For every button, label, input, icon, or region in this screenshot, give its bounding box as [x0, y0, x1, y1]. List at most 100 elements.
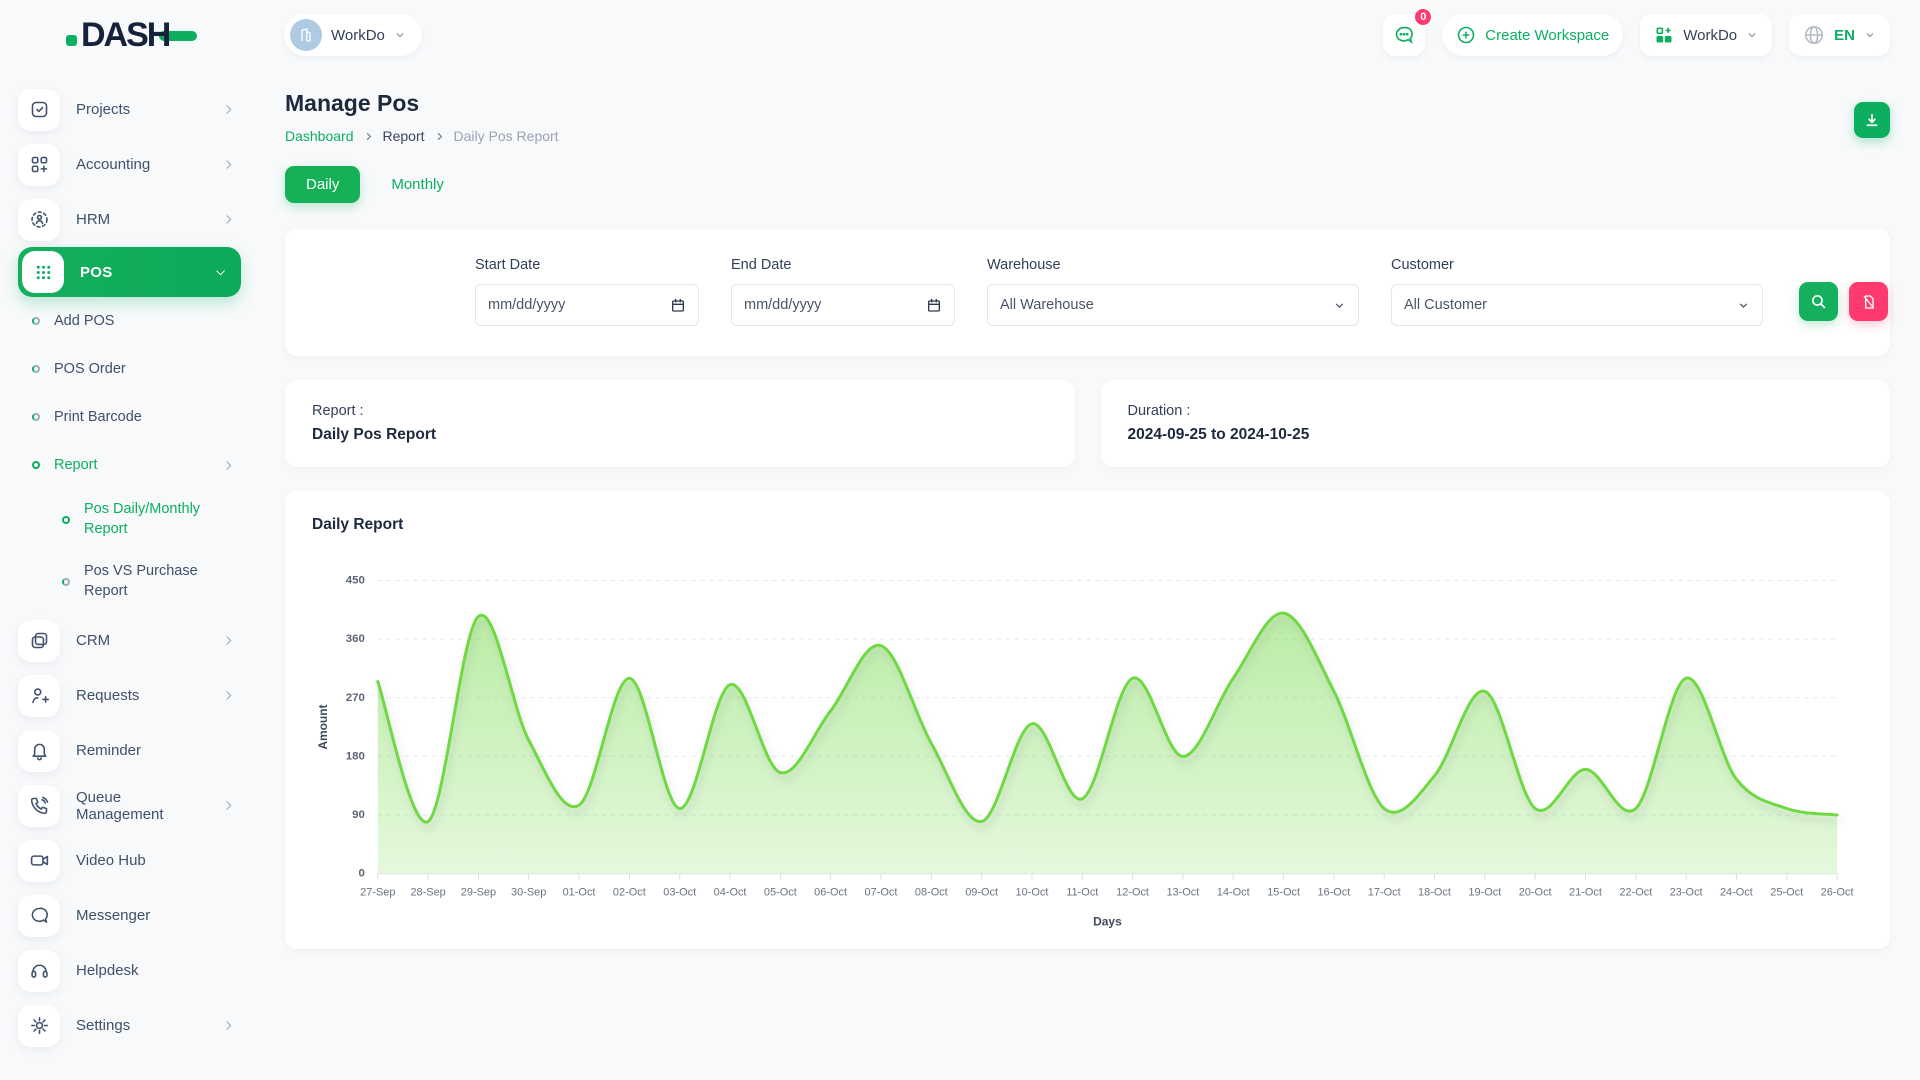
svg-text:01-Oct: 01-Oct	[563, 887, 596, 899]
svg-text:15-Oct: 15-Oct	[1267, 887, 1300, 899]
sidebar-item-requests[interactable]: Requests	[18, 668, 255, 723]
sidebar-item-label: Print Barcode	[54, 409, 142, 425]
sidebar-item-label: HRM	[76, 211, 110, 228]
sidebar-item-hrm[interactable]: HRM	[18, 192, 255, 247]
svg-text:05-Oct: 05-Oct	[764, 887, 797, 899]
report-tabs: Daily Monthly	[285, 166, 1890, 203]
main-content: Manage Pos Dashboard Report Daily Pos Re…	[255, 70, 1920, 1080]
building-icon	[298, 27, 314, 43]
create-workspace-button[interactable]: Create Workspace	[1442, 14, 1623, 56]
chevron-down-icon	[1864, 29, 1876, 41]
sidebar-item-pos-order[interactable]: POS Order	[18, 345, 255, 393]
bullet-icon	[32, 317, 40, 325]
reset-button[interactable]	[1849, 282, 1888, 321]
svg-text:19-Oct: 19-Oct	[1468, 887, 1501, 899]
warehouse-select[interactable]: All Warehouse	[987, 284, 1359, 326]
svg-text:27-Sep: 27-Sep	[360, 887, 395, 899]
sidebar-item-crm[interactable]: CRM	[18, 613, 255, 668]
sidebar-item-pos-vs-purchase-report[interactable]: Pos VS Purchase Report	[18, 551, 255, 613]
svg-text:Days: Days	[1093, 914, 1122, 928]
sidebar-item-label: POS	[80, 264, 113, 281]
sidebar-item-pos-daily-monthly-report[interactable]: Pos Daily/Monthly Report	[18, 489, 255, 551]
sidebar-item-reminder[interactable]: Reminder	[18, 723, 255, 778]
svg-text:12-Oct: 12-Oct	[1116, 887, 1149, 899]
accounting-icon	[18, 144, 60, 186]
workspace-selector[interactable]: WorkDo	[284, 14, 422, 56]
svg-text:09-Oct: 09-Oct	[965, 887, 998, 899]
projects-icon	[18, 89, 60, 131]
account-menu[interactable]: WorkDo	[1640, 14, 1772, 56]
svg-text:21-Oct: 21-Oct	[1569, 887, 1602, 899]
sidebar-item-video-hub[interactable]: Video Hub	[18, 833, 255, 888]
area-chart-svg: 09018027036045027-Sep28-Sep29-Sep30-Sep0…	[312, 552, 1863, 944]
svg-text:Amount: Amount	[316, 704, 330, 749]
workspace-label: WorkDo	[331, 27, 385, 44]
sidebar-item-label: CRM	[76, 632, 110, 649]
hrm-icon	[18, 199, 60, 241]
crm-icon	[18, 620, 60, 662]
svg-text:10-Oct: 10-Oct	[1016, 887, 1049, 899]
breadcrumb-report[interactable]: Report	[383, 128, 425, 144]
svg-text:06-Oct: 06-Oct	[814, 887, 847, 899]
sidebar-item-label: Pos VS Purchase Report	[84, 562, 236, 601]
chevron-down-icon	[394, 29, 406, 41]
sidebar-item-settings[interactable]: Settings	[18, 998, 255, 1053]
svg-text:03-Oct: 03-Oct	[663, 887, 696, 899]
duration-label: Duration :	[1128, 403, 1864, 419]
duration-summary-card: Duration : 2024-09-25 to 2024-10-25	[1101, 380, 1891, 467]
svg-text:07-Oct: 07-Oct	[865, 887, 898, 899]
search-button[interactable]	[1799, 282, 1838, 321]
svg-text:30-Sep: 30-Sep	[511, 887, 546, 899]
sidebar: Projects Accounting HRM POS Add POS POS Order…	[0, 70, 255, 1080]
calendar-icon[interactable]	[670, 297, 686, 313]
sidebar-item-label: Video Hub	[76, 852, 146, 869]
video-icon	[18, 840, 60, 882]
start-date-input[interactable]: mm/dd/yyyy	[475, 284, 699, 326]
sidebar-item-report[interactable]: Report	[18, 441, 255, 489]
svg-text:04-Oct: 04-Oct	[714, 887, 747, 899]
language-selector[interactable]: EN	[1789, 14, 1890, 56]
sidebar-item-projects[interactable]: Projects	[18, 82, 255, 137]
sidebar-item-helpdesk[interactable]: Helpdesk	[18, 943, 255, 998]
sidebar-item-label: POS Order	[54, 361, 126, 377]
chevron-right-icon	[222, 799, 235, 812]
bullet-icon	[62, 516, 70, 524]
svg-text:26-Oct: 26-Oct	[1821, 887, 1854, 899]
svg-text:18-Oct: 18-Oct	[1418, 887, 1451, 899]
sidebar-item-queue-management[interactable]: Queue Management	[18, 778, 255, 833]
download-button[interactable]	[1854, 102, 1890, 138]
requests-icon	[18, 675, 60, 717]
settings-icon	[18, 1005, 60, 1047]
svg-text:90: 90	[352, 809, 365, 821]
queue-icon	[18, 785, 60, 827]
svg-text:20-Oct: 20-Oct	[1519, 887, 1552, 899]
daily-report-chart: 09018027036045027-Sep28-Sep29-Sep30-Sep0…	[312, 552, 1863, 944]
sidebar-item-add-pos[interactable]: Add POS	[18, 297, 255, 345]
sidebar-item-print-barcode[interactable]: Print Barcode	[18, 393, 255, 441]
chevron-right-icon	[222, 158, 235, 171]
bullet-icon	[32, 461, 40, 469]
sidebar-item-label: Projects	[76, 101, 130, 118]
breadcrumb-dashboard[interactable]: Dashboard	[285, 128, 354, 144]
globe-icon	[1803, 24, 1825, 46]
customer-select[interactable]: All Customer	[1391, 284, 1763, 326]
sidebar-item-label: Pos Daily/Monthly Report	[84, 500, 236, 539]
logo[interactable]: DASH	[0, 18, 255, 52]
tab-daily[interactable]: Daily	[285, 166, 360, 203]
report-summary-card: Report : Daily Pos Report	[285, 380, 1075, 467]
sidebar-item-label: Settings	[76, 1017, 130, 1034]
messages-button[interactable]: 0	[1383, 14, 1425, 56]
language-label: EN	[1834, 27, 1855, 44]
sidebar-item-label: Accounting	[76, 156, 150, 173]
duration-value: 2024-09-25 to 2024-10-25	[1128, 426, 1864, 444]
sidebar-item-accounting[interactable]: Accounting	[18, 137, 255, 192]
end-date-input[interactable]: mm/dd/yyyy	[731, 284, 955, 326]
pos-icon	[22, 251, 64, 293]
breadcrumb-current: Daily Pos Report	[454, 128, 559, 144]
tab-monthly[interactable]: Monthly	[370, 166, 465, 203]
sidebar-item-messenger[interactable]: Messenger	[18, 888, 255, 943]
svg-text:24-Oct: 24-Oct	[1720, 887, 1753, 899]
sidebar-item-label: Report	[54, 457, 98, 473]
sidebar-item-pos[interactable]: POS	[18, 247, 241, 297]
calendar-icon[interactable]	[926, 297, 942, 313]
